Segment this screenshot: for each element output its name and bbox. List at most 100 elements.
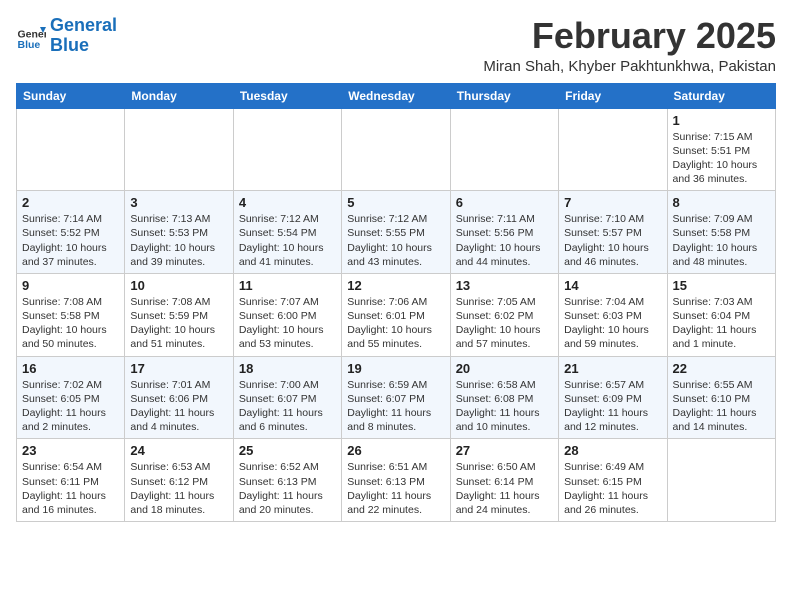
day-info: Sunrise: 6:59 AM Sunset: 6:07 PM Dayligh… bbox=[347, 378, 444, 435]
weekday-header-sunday: Sunday bbox=[17, 83, 125, 108]
day-number: 23 bbox=[22, 443, 119, 458]
calendar-cell bbox=[559, 108, 667, 191]
day-number: 17 bbox=[130, 361, 227, 376]
day-info: Sunrise: 6:53 AM Sunset: 6:12 PM Dayligh… bbox=[130, 460, 227, 517]
day-info: Sunrise: 7:06 AM Sunset: 6:01 PM Dayligh… bbox=[347, 295, 444, 352]
calendar-cell: 13 Sunrise: 7:05 AM Sunset: 6:02 PM Dayli… bbox=[450, 273, 558, 356]
location-subtitle: Miran Shah, Khyber Pakhtunkhwa, Pakistan bbox=[483, 58, 776, 75]
calendar-cell: 23 Sunrise: 6:54 AM Sunset: 6:11 PM Dayli… bbox=[17, 439, 125, 522]
day-number: 18 bbox=[239, 361, 336, 376]
day-number: 14 bbox=[564, 278, 661, 293]
day-info: Sunrise: 6:54 AM Sunset: 6:11 PM Dayligh… bbox=[22, 460, 119, 517]
calendar-cell: 5 Sunrise: 7:12 AM Sunset: 5:55 PM Daylig… bbox=[342, 191, 450, 274]
day-number: 10 bbox=[130, 278, 227, 293]
calendar-cell: 17Sunrise: 7:01 AM Sunset: 6:06 PM Dayli… bbox=[125, 356, 233, 439]
weekday-header-thursday: Thursday bbox=[450, 83, 558, 108]
calendar-cell bbox=[450, 108, 558, 191]
day-info: Sunrise: 7:00 AM Sunset: 6:07 PM Dayligh… bbox=[239, 378, 336, 435]
day-info: Sunrise: 7:11 AM Sunset: 5:56 PM Dayligh… bbox=[456, 212, 553, 269]
day-number: 4 bbox=[239, 195, 336, 210]
calendar-cell: 6Sunrise: 7:11 AM Sunset: 5:56 PM Daylig… bbox=[450, 191, 558, 274]
calendar-cell: 11Sunrise: 7:07 AM Sunset: 6:00 PM Dayli… bbox=[233, 273, 341, 356]
calendar-cell: 16 Sunrise: 7:02 AM Sunset: 6:05 PM Dayli… bbox=[17, 356, 125, 439]
calendar-cell: 10 Sunrise: 7:08 AM Sunset: 5:59 PM Dayli… bbox=[125, 273, 233, 356]
day-number: 21 bbox=[564, 361, 661, 376]
day-info: Sunrise: 6:51 AM Sunset: 6:13 PM Dayligh… bbox=[347, 460, 444, 517]
calendar-cell: 12 Sunrise: 7:06 AM Sunset: 6:01 PM Dayli… bbox=[342, 273, 450, 356]
day-info: Sunrise: 7:15 AM Sunset: 5:51 PM Dayligh… bbox=[673, 130, 770, 187]
calendar-cell bbox=[667, 439, 775, 522]
day-info: Sunrise: 6:58 AM Sunset: 6:08 PM Dayligh… bbox=[456, 378, 553, 435]
day-info: Sunrise: 6:49 AM Sunset: 6:15 PM Dayligh… bbox=[564, 460, 661, 517]
day-number: 24 bbox=[130, 443, 227, 458]
calendar-week-5: 23 Sunrise: 6:54 AM Sunset: 6:11 PM Dayli… bbox=[17, 439, 776, 522]
calendar-cell: 21 Sunrise: 6:57 AM Sunset: 6:09 PM Dayli… bbox=[559, 356, 667, 439]
day-info: Sunrise: 7:13 AM Sunset: 5:53 PM Dayligh… bbox=[130, 212, 227, 269]
calendar-cell: 22 Sunrise: 6:55 AM Sunset: 6:10 PM Dayli… bbox=[667, 356, 775, 439]
day-number: 16 bbox=[22, 361, 119, 376]
calendar-week-4: 16 Sunrise: 7:02 AM Sunset: 6:05 PM Dayli… bbox=[17, 356, 776, 439]
calendar-cell: 19Sunrise: 6:59 AM Sunset: 6:07 PM Dayli… bbox=[342, 356, 450, 439]
weekday-header-tuesday: Tuesday bbox=[233, 83, 341, 108]
logo-icon: General Blue bbox=[16, 21, 46, 51]
calendar-cell: 25 Sunrise: 6:52 AM Sunset: 6:13 PM Dayli… bbox=[233, 439, 341, 522]
day-info: Sunrise: 7:12 AM Sunset: 5:55 PM Dayligh… bbox=[347, 212, 444, 269]
day-number: 2 bbox=[22, 195, 119, 210]
calendar-cell bbox=[17, 108, 125, 191]
calendar-week-3: 9Sunrise: 7:08 AM Sunset: 5:58 PM Daylig… bbox=[17, 273, 776, 356]
calendar-cell bbox=[233, 108, 341, 191]
day-info: Sunrise: 7:09 AM Sunset: 5:58 PM Dayligh… bbox=[673, 212, 770, 269]
logo-text: General bbox=[50, 16, 117, 36]
calendar-cell: 15 Sunrise: 7:03 AM Sunset: 6:04 PM Dayli… bbox=[667, 273, 775, 356]
calendar-cell: 20Sunrise: 6:58 AM Sunset: 6:08 PM Dayli… bbox=[450, 356, 558, 439]
day-info: Sunrise: 6:50 AM Sunset: 6:14 PM Dayligh… bbox=[456, 460, 553, 517]
day-number: 7 bbox=[564, 195, 661, 210]
day-number: 11 bbox=[239, 278, 336, 293]
day-number: 12 bbox=[347, 278, 444, 293]
day-info: Sunrise: 7:02 AM Sunset: 6:05 PM Dayligh… bbox=[22, 378, 119, 435]
day-number: 15 bbox=[673, 278, 770, 293]
calendar-cell bbox=[342, 108, 450, 191]
day-info: Sunrise: 6:55 AM Sunset: 6:10 PM Dayligh… bbox=[673, 378, 770, 435]
day-info: Sunrise: 7:12 AM Sunset: 5:54 PM Dayligh… bbox=[239, 212, 336, 269]
day-number: 5 bbox=[347, 195, 444, 210]
calendar-cell: 2 Sunrise: 7:14 AM Sunset: 5:52 PM Daylig… bbox=[17, 191, 125, 274]
weekday-header-saturday: Saturday bbox=[667, 83, 775, 108]
calendar-cell: 14 Sunrise: 7:04 AM Sunset: 6:03 PM Dayli… bbox=[559, 273, 667, 356]
calendar-cell: 9Sunrise: 7:08 AM Sunset: 5:58 PM Daylig… bbox=[17, 273, 125, 356]
day-info: Sunrise: 7:04 AM Sunset: 6:03 PM Dayligh… bbox=[564, 295, 661, 352]
calendar-cell: 1 Sunrise: 7:15 AM Sunset: 5:51 PM Daylig… bbox=[667, 108, 775, 191]
month-title: February 2025 bbox=[483, 16, 776, 56]
day-number: 8 bbox=[673, 195, 770, 210]
calendar-cell: 18 Sunrise: 7:00 AM Sunset: 6:07 PM Dayli… bbox=[233, 356, 341, 439]
day-number: 13 bbox=[456, 278, 553, 293]
day-number: 28 bbox=[564, 443, 661, 458]
calendar-cell: 28 Sunrise: 6:49 AM Sunset: 6:15 PM Dayli… bbox=[559, 439, 667, 522]
calendar-cell: 7 Sunrise: 7:10 AM Sunset: 5:57 PM Daylig… bbox=[559, 191, 667, 274]
weekday-header-row: SundayMondayTuesdayWednesdayThursdayFrid… bbox=[17, 83, 776, 108]
calendar-table: SundayMondayTuesdayWednesdayThursdayFrid… bbox=[16, 83, 776, 522]
day-number: 1 bbox=[673, 113, 770, 128]
day-info: Sunrise: 7:14 AM Sunset: 5:52 PM Dayligh… bbox=[22, 212, 119, 269]
day-info: Sunrise: 7:03 AM Sunset: 6:04 PM Dayligh… bbox=[673, 295, 770, 352]
day-number: 27 bbox=[456, 443, 553, 458]
calendar-header: General Blue General Blue February 2025 … bbox=[16, 16, 776, 75]
day-number: 25 bbox=[239, 443, 336, 458]
day-info: Sunrise: 7:05 AM Sunset: 6:02 PM Dayligh… bbox=[456, 295, 553, 352]
weekday-header-wednesday: Wednesday bbox=[342, 83, 450, 108]
calendar-cell: 4 Sunrise: 7:12 AM Sunset: 5:54 PM Daylig… bbox=[233, 191, 341, 274]
calendar-cell: 27 Sunrise: 6:50 AM Sunset: 6:14 PM Dayli… bbox=[450, 439, 558, 522]
calendar-cell bbox=[125, 108, 233, 191]
day-info: Sunrise: 7:10 AM Sunset: 5:57 PM Dayligh… bbox=[564, 212, 661, 269]
calendar-cell: 3 Sunrise: 7:13 AM Sunset: 5:53 PM Daylig… bbox=[125, 191, 233, 274]
day-number: 3 bbox=[130, 195, 227, 210]
calendar-cell: 24 Sunrise: 6:53 AM Sunset: 6:12 PM Dayli… bbox=[125, 439, 233, 522]
weekday-header-monday: Monday bbox=[125, 83, 233, 108]
day-info: Sunrise: 6:57 AM Sunset: 6:09 PM Dayligh… bbox=[564, 378, 661, 435]
day-info: Sunrise: 6:52 AM Sunset: 6:13 PM Dayligh… bbox=[239, 460, 336, 517]
day-number: 22 bbox=[673, 361, 770, 376]
title-block: February 2025 Miran Shah, Khyber Pakhtun… bbox=[483, 16, 776, 75]
day-info: Sunrise: 7:08 AM Sunset: 5:59 PM Dayligh… bbox=[130, 295, 227, 352]
calendar-week-2: 2 Sunrise: 7:14 AM Sunset: 5:52 PM Daylig… bbox=[17, 191, 776, 274]
logo-subtext: Blue bbox=[50, 36, 117, 56]
